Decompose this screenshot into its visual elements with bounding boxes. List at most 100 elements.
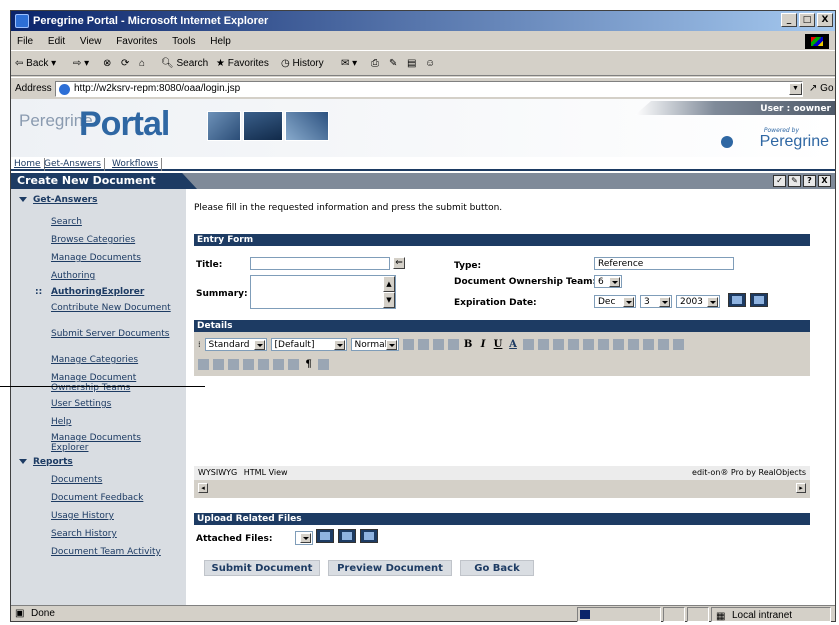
editor-content-area[interactable] [194,376,810,448]
menu-view[interactable]: View [80,36,102,47]
expiration-year-select[interactable]: 2003 [676,295,720,308]
sidebar-item-help[interactable]: Help [51,417,181,427]
tab-html-view[interactable]: HTML View [244,468,288,477]
sidebar-item-browse-categories[interactable]: Browse Categories [51,235,181,245]
horizontal-rule-icon[interactable] [258,358,269,370]
edit-icon[interactable]: ✎ [788,175,801,187]
sidebar-group-reports[interactable]: Reports [19,457,73,467]
outdent-icon[interactable] [657,338,669,350]
link-icon[interactable] [213,358,224,370]
search-button[interactable]: 🔍︎ Search [161,52,208,76]
preview-document-button[interactable]: Preview Document [328,560,452,576]
address-dropdown-icon[interactable]: ▼ [789,83,802,95]
indent-icon[interactable] [672,338,684,350]
go-button[interactable]: ↗ Go [809,78,834,100]
sidebar-item-manage-document-ownership-teams[interactable]: Manage Document Ownership Teams [51,373,181,393]
info-icon[interactable] [318,358,329,370]
favorites-button[interactable]: ★ Favorites [216,52,269,76]
menu-edit[interactable]: Edit [48,36,65,47]
sidebar-item-manage-documents-explorer[interactable]: Manage Documents Explorer [51,433,181,453]
align-center-icon[interactable] [537,338,549,350]
minimize-button[interactable]: _ [781,13,797,27]
sidebar-item-user-settings[interactable]: User Settings [51,399,181,409]
tab-wysiwyg[interactable]: WYSIWYG [198,468,237,477]
sidebar-group-get-answers[interactable]: Get-Answers [19,195,97,205]
sidebar-item-submit-server-documents[interactable]: Submit Server Documents [51,329,181,339]
stop-icon[interactable]: ⊗ [103,52,111,76]
forward-button[interactable]: ⇨ ▾ [73,52,89,76]
align-left-icon[interactable] [522,338,534,350]
special-char-icon[interactable] [273,358,284,370]
scroll-right-icon[interactable]: ▸ [796,483,806,493]
expiration-day-select[interactable]: 3 [640,295,672,308]
sidebar-item-documents[interactable]: Documents [51,475,181,485]
font-select[interactable]: [Default] [270,337,347,351]
close-icon[interactable]: X [818,175,831,187]
expiration-month-select[interactable]: Dec [594,295,636,308]
sidebar-item-manage-categories[interactable]: Manage Categories [51,355,181,365]
home-icon[interactable]: ⌂ [139,52,145,76]
insert-row-icon[interactable] [597,338,609,350]
sidebar-item-usage-history[interactable]: Usage History [51,511,181,521]
calendar-icon[interactable] [728,293,746,307]
bold-icon[interactable]: B [463,339,474,350]
font-color-icon[interactable]: A [508,339,519,350]
address-input[interactable]: http://w2ksrv-repm:8080/oaa/login.jsp ▼ [55,81,803,97]
remove-file-icon[interactable] [338,529,356,543]
indent-more-icon[interactable] [198,358,209,370]
sidebar-item-authoring[interactable]: Authoring [51,271,181,281]
summary-textarea[interactable] [250,275,396,309]
close-button[interactable]: X [817,13,833,27]
table-props-icon[interactable] [582,338,594,350]
menu-help[interactable]: Help [210,36,231,47]
sidebar-item-document-team-activity[interactable]: Document Team Activity [51,547,181,557]
anchor-icon[interactable] [228,358,239,370]
sidebar-item-document-feedback[interactable]: Document Feedback [51,493,181,503]
go-back-button[interactable]: Go Back [460,560,534,576]
menu-favorites[interactable]: Favorites [116,36,157,47]
messenger-icon[interactable]: ☺ [425,52,435,76]
menu-tools[interactable]: Tools [172,36,195,47]
nav-workflows[interactable]: Workflows [109,158,163,171]
image-icon[interactable] [243,358,254,370]
attached-files-select[interactable] [295,531,313,545]
check-icon[interactable]: ✓ [773,175,786,187]
scroll-left-icon[interactable]: ◂ [198,483,208,493]
nav-home[interactable]: Home [11,158,45,171]
insert-col-icon[interactable] [612,338,624,350]
view-file-icon[interactable] [360,529,378,543]
italic-icon[interactable]: I [478,339,489,350]
mail-icon[interactable]: ✉ ▾ [341,52,357,76]
scroll-up-icon[interactable]: ▲ [383,276,395,292]
discuss-icon[interactable]: ▤ [407,52,416,76]
bullet-list-icon[interactable] [627,338,639,350]
spellcheck-icon[interactable] [288,358,299,370]
cut-icon[interactable] [402,338,414,350]
title-input[interactable] [250,257,390,270]
sidebar-item-search-history[interactable]: Search History [51,529,181,539]
table-icon[interactable] [567,338,579,350]
maximize-button[interactable]: □ [799,13,815,27]
sidebar-item-contribute-new-document[interactable]: Contribute New Document [51,303,181,313]
edit-icon[interactable]: ✎ [389,52,397,76]
align-right-icon[interactable] [552,338,564,350]
submit-document-button[interactable]: Submit Document [204,560,320,576]
sidebar-item-authoring-explorer[interactable]: AuthoringExplorer [51,287,181,297]
ownership-team-select[interactable]: 6 [594,275,622,288]
history-button[interactable]: ◷ History [281,52,324,76]
sidebar-item-search[interactable]: Search [51,217,181,227]
type-input[interactable]: Reference [594,257,734,270]
print-icon[interactable]: ⎙ [371,52,379,76]
scroll-down-icon[interactable]: ▼ [383,292,395,308]
refresh-icon[interactable]: ⟳ [121,52,129,76]
paste-text-icon[interactable] [447,338,459,350]
nav-get-answers[interactable]: Get-Answers [41,158,105,171]
insert-arrow-icon[interactable]: ⇐ [393,257,405,269]
copy-icon[interactable] [417,338,429,350]
menu-file[interactable]: File [17,36,33,47]
underline-icon[interactable]: U [493,339,504,350]
style-select[interactable]: Standard [204,337,267,351]
back-button[interactable]: ⇦ Back ▾ [15,52,56,76]
paragraph-icon[interactable]: ¶ [303,359,314,370]
help-icon[interactable]: ? [803,175,816,187]
